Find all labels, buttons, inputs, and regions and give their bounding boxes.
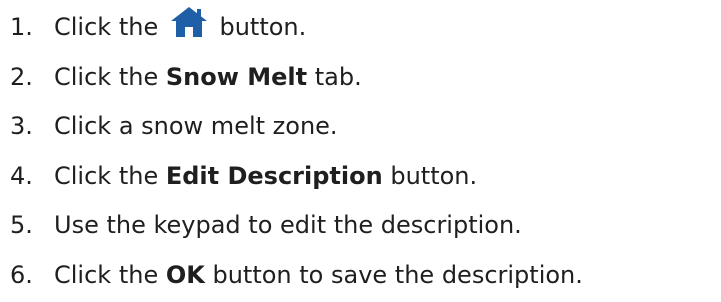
step-number: 4.	[10, 162, 33, 190]
step-text: button.	[219, 13, 307, 41]
step-number: 5.	[10, 211, 33, 239]
step-3: 3. Click a snow melt zone.	[10, 101, 338, 151]
step-text: Click the	[54, 63, 159, 91]
ui-term-ok: OK	[165, 261, 205, 289]
step-2: 2. Click the Snow Melt tab.	[10, 52, 362, 102]
ui-term-snow-melt: Snow Melt	[165, 63, 308, 91]
ui-term-edit-description: Edit Description	[165, 162, 383, 190]
step-5: 5. Use the keypad to edit the description…	[10, 200, 522, 250]
step-number: 2.	[10, 63, 33, 91]
step-text: Click the	[54, 261, 159, 289]
step-text: Click a snow melt zone.	[54, 112, 338, 140]
step-6: 6. Click the OK button to save the descri…	[10, 250, 583, 300]
step-4: 4. Click the Edit Description button.	[10, 151, 477, 201]
step-text: button to save the description.	[212, 261, 583, 289]
step-number: 3.	[10, 112, 33, 140]
step-text: Click the	[54, 162, 159, 190]
step-text: Use the keypad to edit the description.	[54, 211, 522, 239]
step-text: button.	[390, 162, 478, 190]
step-text: Click the	[54, 13, 159, 41]
instruction-list: 1. Click the button. 2. Click the Snow Mel…	[0, 0, 721, 302]
step-text: tab.	[314, 63, 362, 91]
home-icon	[169, 6, 209, 38]
step-number: 6.	[10, 261, 33, 289]
step-number: 1.	[10, 13, 33, 41]
step-1: 1. Click the button.	[10, 2, 306, 52]
